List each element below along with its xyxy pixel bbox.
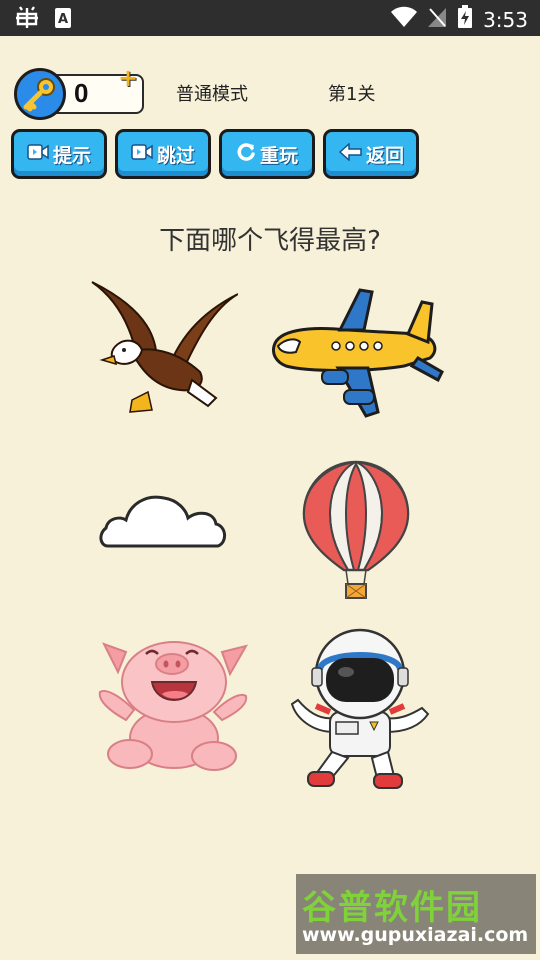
watermark-title: 谷普软件园 [302,888,482,928]
no-signal-icon [427,6,447,33]
back-button[interactable]: 返回 [323,129,419,179]
add-keys-button[interactable]: + [118,64,138,92]
level-label: 第1关 [328,84,376,105]
option-pig[interactable] [96,630,252,772]
back-arrow-icon [338,141,362,166]
mode-label: 普通模式 [176,84,248,105]
wifi-icon [391,6,418,33]
watermark: 谷普软件园 www.gupuxiazai.com [296,874,536,954]
replay-button-label: 重玩 [259,144,298,167]
option-astronaut[interactable] [290,628,430,790]
option-hot-air-balloon[interactable] [300,458,412,602]
refresh-icon [236,142,256,167]
video-icon [131,143,153,166]
status-bar: A 3:53 [0,0,540,36]
question-text: 下面哪个飞得最高? [159,226,381,256]
svg-text:A: A [58,12,68,27]
battery-charging-icon [457,5,473,34]
replay-button[interactable]: 重玩 [219,129,315,179]
hint-button[interactable]: 提示 [11,129,107,179]
video-icon [27,143,49,166]
bug-icon [14,6,40,34]
option-airplane[interactable] [268,286,444,418]
action-buttons: 提示 跳过 重玩 返回 [11,129,419,179]
back-button-label: 返回 [365,144,404,167]
clock: 3:53 [483,7,528,32]
watermark-url: www.gupuxiazai.com [302,924,529,946]
key-icon [14,68,66,120]
keyboard-a-icon: A [54,7,72,33]
hint-button-label: 提示 [52,144,91,167]
option-eagle[interactable] [88,280,239,426]
key-counter: 0 + [14,64,144,120]
option-cloud[interactable] [98,490,228,550]
skip-button[interactable]: 跳过 [115,129,211,179]
skip-button-label: 跳过 [156,144,195,167]
key-count: 0 [74,78,89,108]
